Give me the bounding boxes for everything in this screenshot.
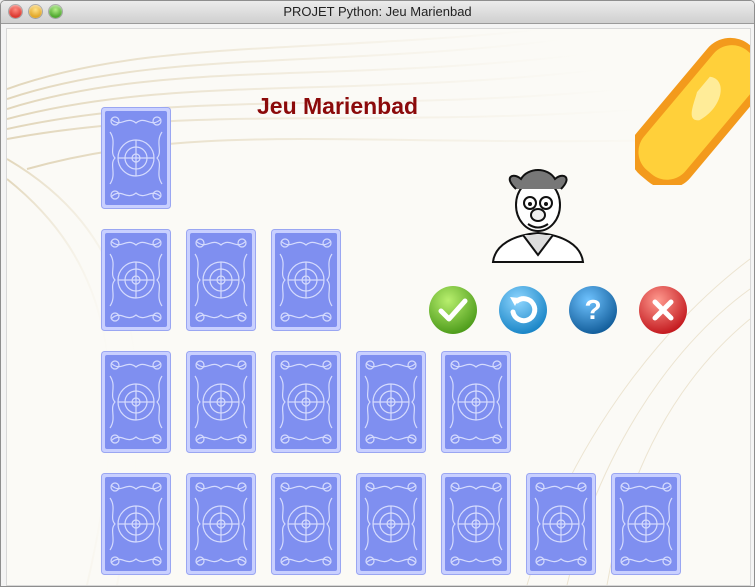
checkmark-icon [429, 286, 477, 334]
card[interactable] [271, 351, 341, 453]
card[interactable] [101, 229, 171, 331]
game-title: Jeu Marienbad [257, 93, 419, 119]
professor-icon [491, 169, 585, 263]
card-back-icon [356, 351, 426, 453]
game-canvas: Jeu Marienbad ? [6, 28, 751, 586]
card-back-icon [186, 351, 256, 453]
card-back-icon [611, 473, 681, 575]
card-back-icon [271, 351, 341, 453]
title-bar[interactable]: PROJET Python: Jeu Marienbad [1, 1, 754, 24]
card-back-icon [271, 229, 341, 331]
card-back-icon [526, 473, 596, 575]
card-back-icon [441, 473, 511, 575]
validate-button[interactable] [428, 285, 478, 335]
card[interactable] [186, 473, 256, 575]
close-icon [639, 286, 687, 334]
help-button[interactable]: ? [568, 285, 618, 335]
card[interactable] [186, 351, 256, 453]
undo-button[interactable] [498, 285, 548, 335]
card-back-icon [101, 473, 171, 575]
window-title: PROJET Python: Jeu Marienbad [283, 4, 472, 19]
card-back-icon [101, 107, 171, 209]
card[interactable] [441, 351, 511, 453]
card[interactable] [441, 473, 511, 575]
card[interactable] [186, 229, 256, 331]
card[interactable] [611, 473, 681, 575]
card[interactable] [356, 351, 426, 453]
card-back-icon [441, 351, 511, 453]
card-back-icon [356, 473, 426, 575]
card-back-icon [101, 351, 171, 453]
card[interactable] [356, 473, 426, 575]
card-back-icon [186, 473, 256, 575]
card[interactable] [101, 351, 171, 453]
card[interactable] [271, 229, 341, 331]
app-window: PROJET Python: Jeu Marienbad Jeu Marienb… [0, 0, 755, 587]
undo-icon [499, 286, 547, 334]
card-back-icon [101, 229, 171, 331]
card[interactable] [526, 473, 596, 575]
card-back-icon [186, 229, 256, 331]
card[interactable] [101, 107, 171, 209]
pencil-icon [635, 37, 750, 185]
help-icon: ? [569, 286, 617, 334]
card[interactable] [271, 473, 341, 575]
quit-button[interactable] [638, 285, 688, 335]
card[interactable] [101, 473, 171, 575]
card-back-icon [271, 473, 341, 575]
svg-text:?: ? [584, 294, 601, 325]
